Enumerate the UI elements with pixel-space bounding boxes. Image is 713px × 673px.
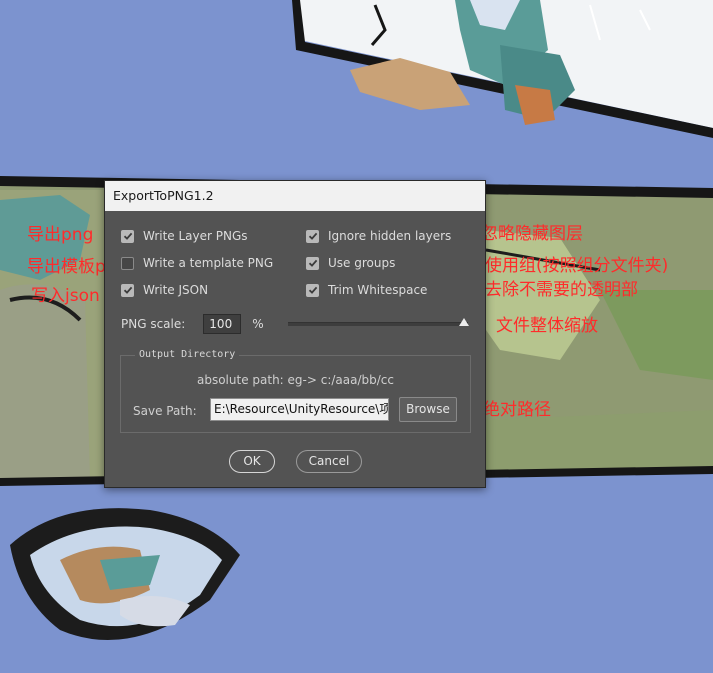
annotation-absolute-path: 绝对路径 xyxy=(483,400,551,420)
export-dialog: ExportToPNG1.2 Write Layer PNGs Write a … xyxy=(104,180,486,488)
browse-button[interactable]: Browse xyxy=(399,397,457,422)
absolute-path-hint: absolute path: eg-> c:/aaa/bb/cc xyxy=(196,373,394,387)
png-scale-slider-track[interactable] xyxy=(288,322,468,326)
png-scale-row: PNG scale: 100 % xyxy=(121,314,264,334)
checkbox-checked-icon[interactable] xyxy=(121,283,134,297)
output-directory-title: Output Directory xyxy=(135,349,240,361)
save-path-label: Save Path: xyxy=(133,404,197,418)
annotation-use-groups: 使用组(按照组分文件夹) xyxy=(485,256,669,276)
trim-whitespace-option[interactable]: Trim Whitespace xyxy=(306,283,427,297)
dialog-title: ExportToPNG1.2 xyxy=(105,181,485,211)
write-layer-pngs-label: Write Layer PNGs xyxy=(143,229,248,243)
checkbox-checked-icon[interactable] xyxy=(306,256,319,270)
write-layer-pngs-option[interactable]: Write Layer PNGs xyxy=(121,229,248,243)
annotation-write-json: 写入json xyxy=(31,286,100,306)
output-directory-group: Output Directory absolute path: eg-> c:/… xyxy=(120,349,471,433)
annotation-trim: 去除不需要的透明部 xyxy=(485,280,638,300)
write-json-label: Write JSON xyxy=(143,283,209,297)
checkbox-checked-icon[interactable] xyxy=(121,229,134,243)
checkbox-checked-icon[interactable] xyxy=(306,283,319,297)
use-groups-label: Use groups xyxy=(328,256,396,270)
checkbox-unchecked-icon[interactable] xyxy=(121,256,134,270)
png-scale-label: PNG scale: xyxy=(121,317,186,331)
checkbox-checked-icon[interactable] xyxy=(306,229,319,243)
save-path-input[interactable]: E:\Resource\UnityResource\项目 xyxy=(210,398,389,421)
annotation-ignore-hidden: 忽略隐藏图层 xyxy=(481,224,583,244)
annotation-scale: 文件整体缩放 xyxy=(496,316,598,336)
cancel-button[interactable]: Cancel xyxy=(296,450,362,473)
percent-label: % xyxy=(252,317,264,331)
use-groups-option[interactable]: Use groups xyxy=(306,256,395,270)
png-scale-input[interactable]: 100 xyxy=(203,314,242,334)
ignore-hidden-layers-label: Ignore hidden layers xyxy=(328,229,452,243)
write-template-png-label: Write a template PNG xyxy=(143,256,274,270)
ok-button[interactable]: OK xyxy=(229,450,275,473)
write-template-png-option[interactable]: Write a template PNG xyxy=(121,256,273,270)
write-json-option[interactable]: Write JSON xyxy=(121,283,208,297)
annotation-export-png: 导出png xyxy=(27,225,94,245)
png-scale-slider-thumb[interactable] xyxy=(459,318,469,326)
ignore-hidden-layers-option[interactable]: Ignore hidden layers xyxy=(306,229,451,243)
trim-whitespace-label: Trim Whitespace xyxy=(328,283,428,297)
